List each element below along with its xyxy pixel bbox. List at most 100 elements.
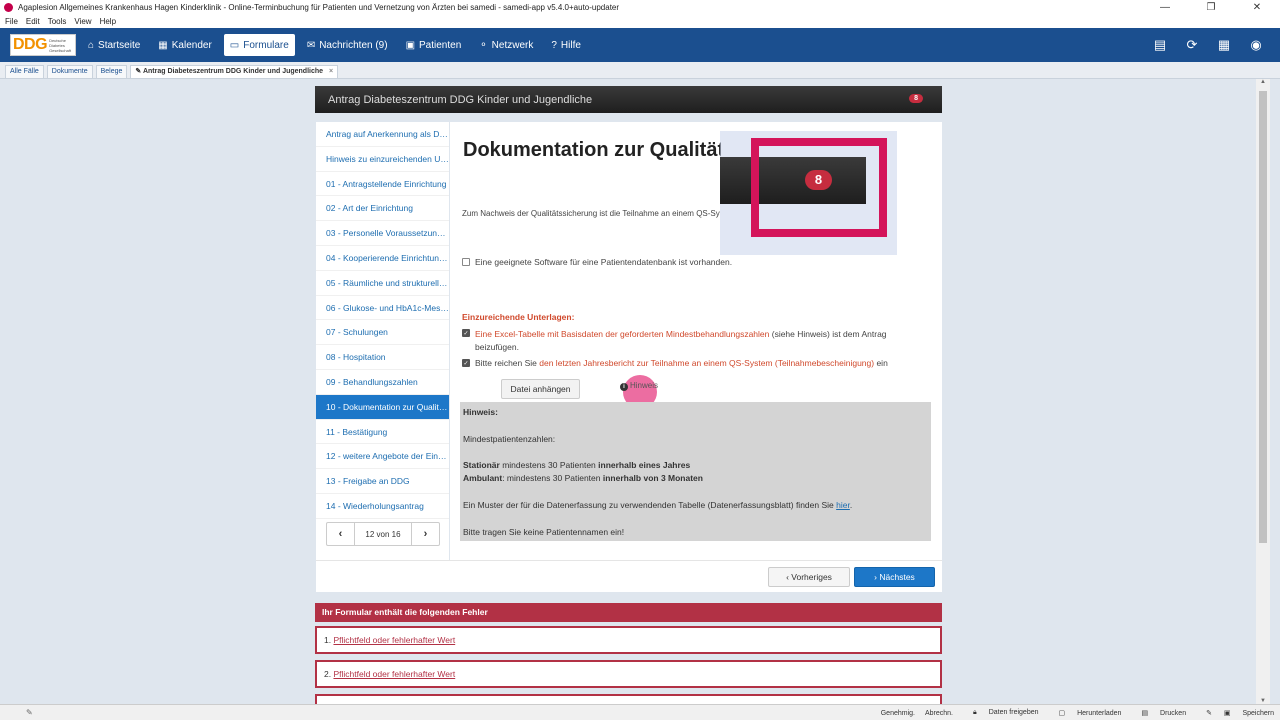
software-checkbox[interactable] [462,258,470,266]
maximize-icon[interactable]: ❐ [1188,0,1234,15]
calendar-add-icon[interactable]: ▦ [1208,37,1240,53]
window-controls: — ❐ ✕ [1142,0,1280,15]
menu-help[interactable]: Help [100,17,116,26]
minimize-icon[interactable]: — [1142,0,1188,15]
error-count-badge: 8 [909,94,923,103]
doc2-pre: Bitte reichen Sie [475,358,540,368]
menu-edit[interactable]: Edit [26,17,40,26]
lock-icon: 🔒︎ [973,709,979,716]
tab-strip: Alle Fälle Dokumente Belege ✎ Antrag Dia… [0,62,1280,79]
error-link[interactable]: Pflichtfeld oder fehlerhafter Wert [333,635,455,645]
close-icon[interactable]: ✕ [1234,0,1280,15]
nav-netzwerk[interactable]: ⚬ Netzwerk [473,34,539,56]
step-item[interactable]: Hinweis zu einzureichenden Unterlagen [316,147,449,172]
status-genehmig[interactable]: Genehmig. [881,710,915,717]
menu-bar: File Edit Tools View Help [0,15,1280,28]
network-icon: ⚬ [479,39,488,51]
intro-text: Zum Nachweis der Qualitätssicherung ist … [462,209,720,218]
step-item[interactable]: 01 - Antragstellende Einrichtung [316,172,449,197]
user-icon[interactable]: ◉ [1240,37,1272,53]
errors-header: Ihr Formular enthält die folgenden Fehle… [315,603,942,622]
error-item: 1. Pflichtfeld oder fehlerhafter Wert [315,626,942,654]
edit-icon: ✎ [1206,710,1214,717]
doc1-checkbox[interactable]: ✓ [462,329,470,337]
download-icon: ▢ [1058,710,1068,717]
nav-label: Startseite [98,39,141,51]
nav-nachrichten[interactable]: ✉ Nachrichten (9) [301,34,394,56]
doc1-link[interactable]: Eine Excel-Tabelle mit Basisdaten der ge… [475,329,769,339]
step-item[interactable]: 14 - Wiederholungsantrag [316,494,449,519]
clipboard-icon[interactable]: ▤ [1144,37,1176,53]
doc2-checkbox-row[interactable]: ✓ Bitte reichen Sie den letzten Jahresbe… [462,358,932,368]
sync-icon[interactable]: ⟳ [1176,37,1208,53]
next-button[interactable]: › Nächstes [854,567,935,587]
step-item[interactable]: 08 - Hospitation [316,345,449,370]
scrollbar-thumb[interactable] [1259,91,1267,543]
step-item[interactable]: 09 - Behandlungszahlen [316,370,449,395]
vertical-scrollbar[interactable]: ▲ ▼ [1256,79,1270,704]
app-icon [4,3,13,12]
nav-label: Kalender [171,39,212,51]
doc2-link[interactable]: den letzten Jahresbericht zur Teilnahme … [539,358,874,368]
scroll-up-icon[interactable]: ▲ [1256,79,1270,85]
menu-file[interactable]: File [5,17,18,26]
logo-text: DDG [13,36,48,53]
doc1-checkbox-row[interactable]: ✓ Eine Excel-Tabelle mit Basisdaten der … [462,328,922,354]
nav-startseite[interactable]: ⌂ Startseite [82,34,146,56]
doc2-checkbox[interactable]: ✓ [462,359,470,367]
pager-next-button[interactable]: › [412,523,439,545]
hint-toggle[interactable]: i Hinweis [620,381,658,391]
menu-view[interactable]: View [74,17,91,26]
statusbar-actions: Genehmig. Abrechn. 🔒︎ Daten freigeben ▢ … [871,705,1274,720]
tab-alle-faelle[interactable]: Alle Fälle [5,65,44,78]
status-drucken[interactable]: ▤ Drucken [1131,709,1186,717]
logo-subtext: Deutsche Diabetes Gesellschaft [49,37,72,53]
status-speichern[interactable]: ✎ ▣ Speichern [1196,709,1274,717]
step-item[interactable]: 13 - Freigabe an DDG [316,469,449,494]
hint-muster: Ein Muster der für die Datenerfassung zu… [463,500,853,511]
note-icon[interactable]: ✎ [26,708,33,717]
status-bar: ✎ Genehmig. Abrechn. 🔒︎ Daten freigeben … [0,704,1280,720]
info-icon: i [620,383,628,391]
doc1-text: Eine Excel-Tabelle mit Basisdaten der ge… [475,328,887,354]
step-item[interactable]: 12 - weitere Angebote der Einrichtung [316,444,449,470]
software-checkbox-label: Eine geeignete Software für eine Patient… [475,257,733,267]
step-item[interactable]: 02 - Art der Einrichtung [316,196,449,222]
step-item[interactable]: 04 - Kooperierende Einrichtungen [316,246,449,271]
tab-close-icon[interactable]: × [329,68,333,75]
hint-stationaer: Stationär mindestens 30 Patienten innerh… [463,460,691,471]
step-item[interactable]: 03 - Personelle Voraussetzungen [316,221,449,246]
muster-link[interactable]: hier [836,500,850,510]
step-item[interactable]: Antrag auf Anerkennung als Diabeteszentr… [316,122,449,147]
status-herunterladen[interactable]: ▢ Herunterladen [1049,709,1122,717]
attach-file-button[interactable]: Datei anhängen [501,379,580,399]
window-titlebar: Agaplesion Allgemeines Krankenhaus Hagen… [0,0,1280,15]
hint-warning: Bitte tragen Sie keine Patientennamen ei… [463,526,625,537]
status-abrechn[interactable]: Abrechn. [925,710,953,717]
navbar-actions: ▤ ⟳ ▦ ◉ [1144,28,1272,62]
nav-formulare[interactable]: ▭ Formulare [223,34,295,56]
error-link[interactable]: Pflichtfeld oder fehlerhafter Wert [333,669,455,679]
status-daten-freigeben[interactable]: 🔒︎ Daten freigeben [963,709,1039,717]
doc2-text: Bitte reichen Sie den letzten Jahresberi… [475,358,888,368]
step-item[interactable]: 07 - Schulungen [316,320,449,346]
nav-hilfe[interactable]: ? Hilfe [545,34,587,56]
software-checkbox-row[interactable]: Eine geeignete Software für eine Patient… [462,257,732,267]
form-footer: ‹ Vorheriges › Nächstes [316,560,942,592]
steps-sidebar: Antrag auf Anerkennung als Diabeteszentr… [316,122,449,560]
previous-button[interactable]: ‹ Vorheriges [768,567,850,587]
nav-kalender[interactable]: ▦ Kalender [152,34,217,56]
menu-tools[interactable]: Tools [48,17,67,26]
step-item[interactable]: 05 - Räumliche und strukturelle Vorausse… [316,271,449,296]
nav-patienten[interactable]: ▣ Patienten [400,34,468,56]
ddg-logo[interactable]: DDG Deutsche Diabetes Gesellschaft [10,34,76,56]
step-item[interactable]: 06 - Glukose- und HbA1c-Messung [316,296,449,321]
step-item[interactable]: 11 - Bestätigung [316,420,449,445]
tab-antrag[interactable]: ✎ Antrag Diabeteszentrum DDG Kinder und … [130,65,339,78]
step-list: Antrag auf Anerkennung als Diabeteszentr… [316,122,449,519]
pager-prev-button[interactable]: ‹ [327,523,354,545]
hint-link-label: Hinweis [630,381,659,390]
step-item[interactable]: 10 - Dokumentation zur Qualitätssicherun… [316,394,449,420]
tab-belege[interactable]: Belege [95,65,128,78]
tab-dokumente[interactable]: Dokumente [46,65,93,78]
